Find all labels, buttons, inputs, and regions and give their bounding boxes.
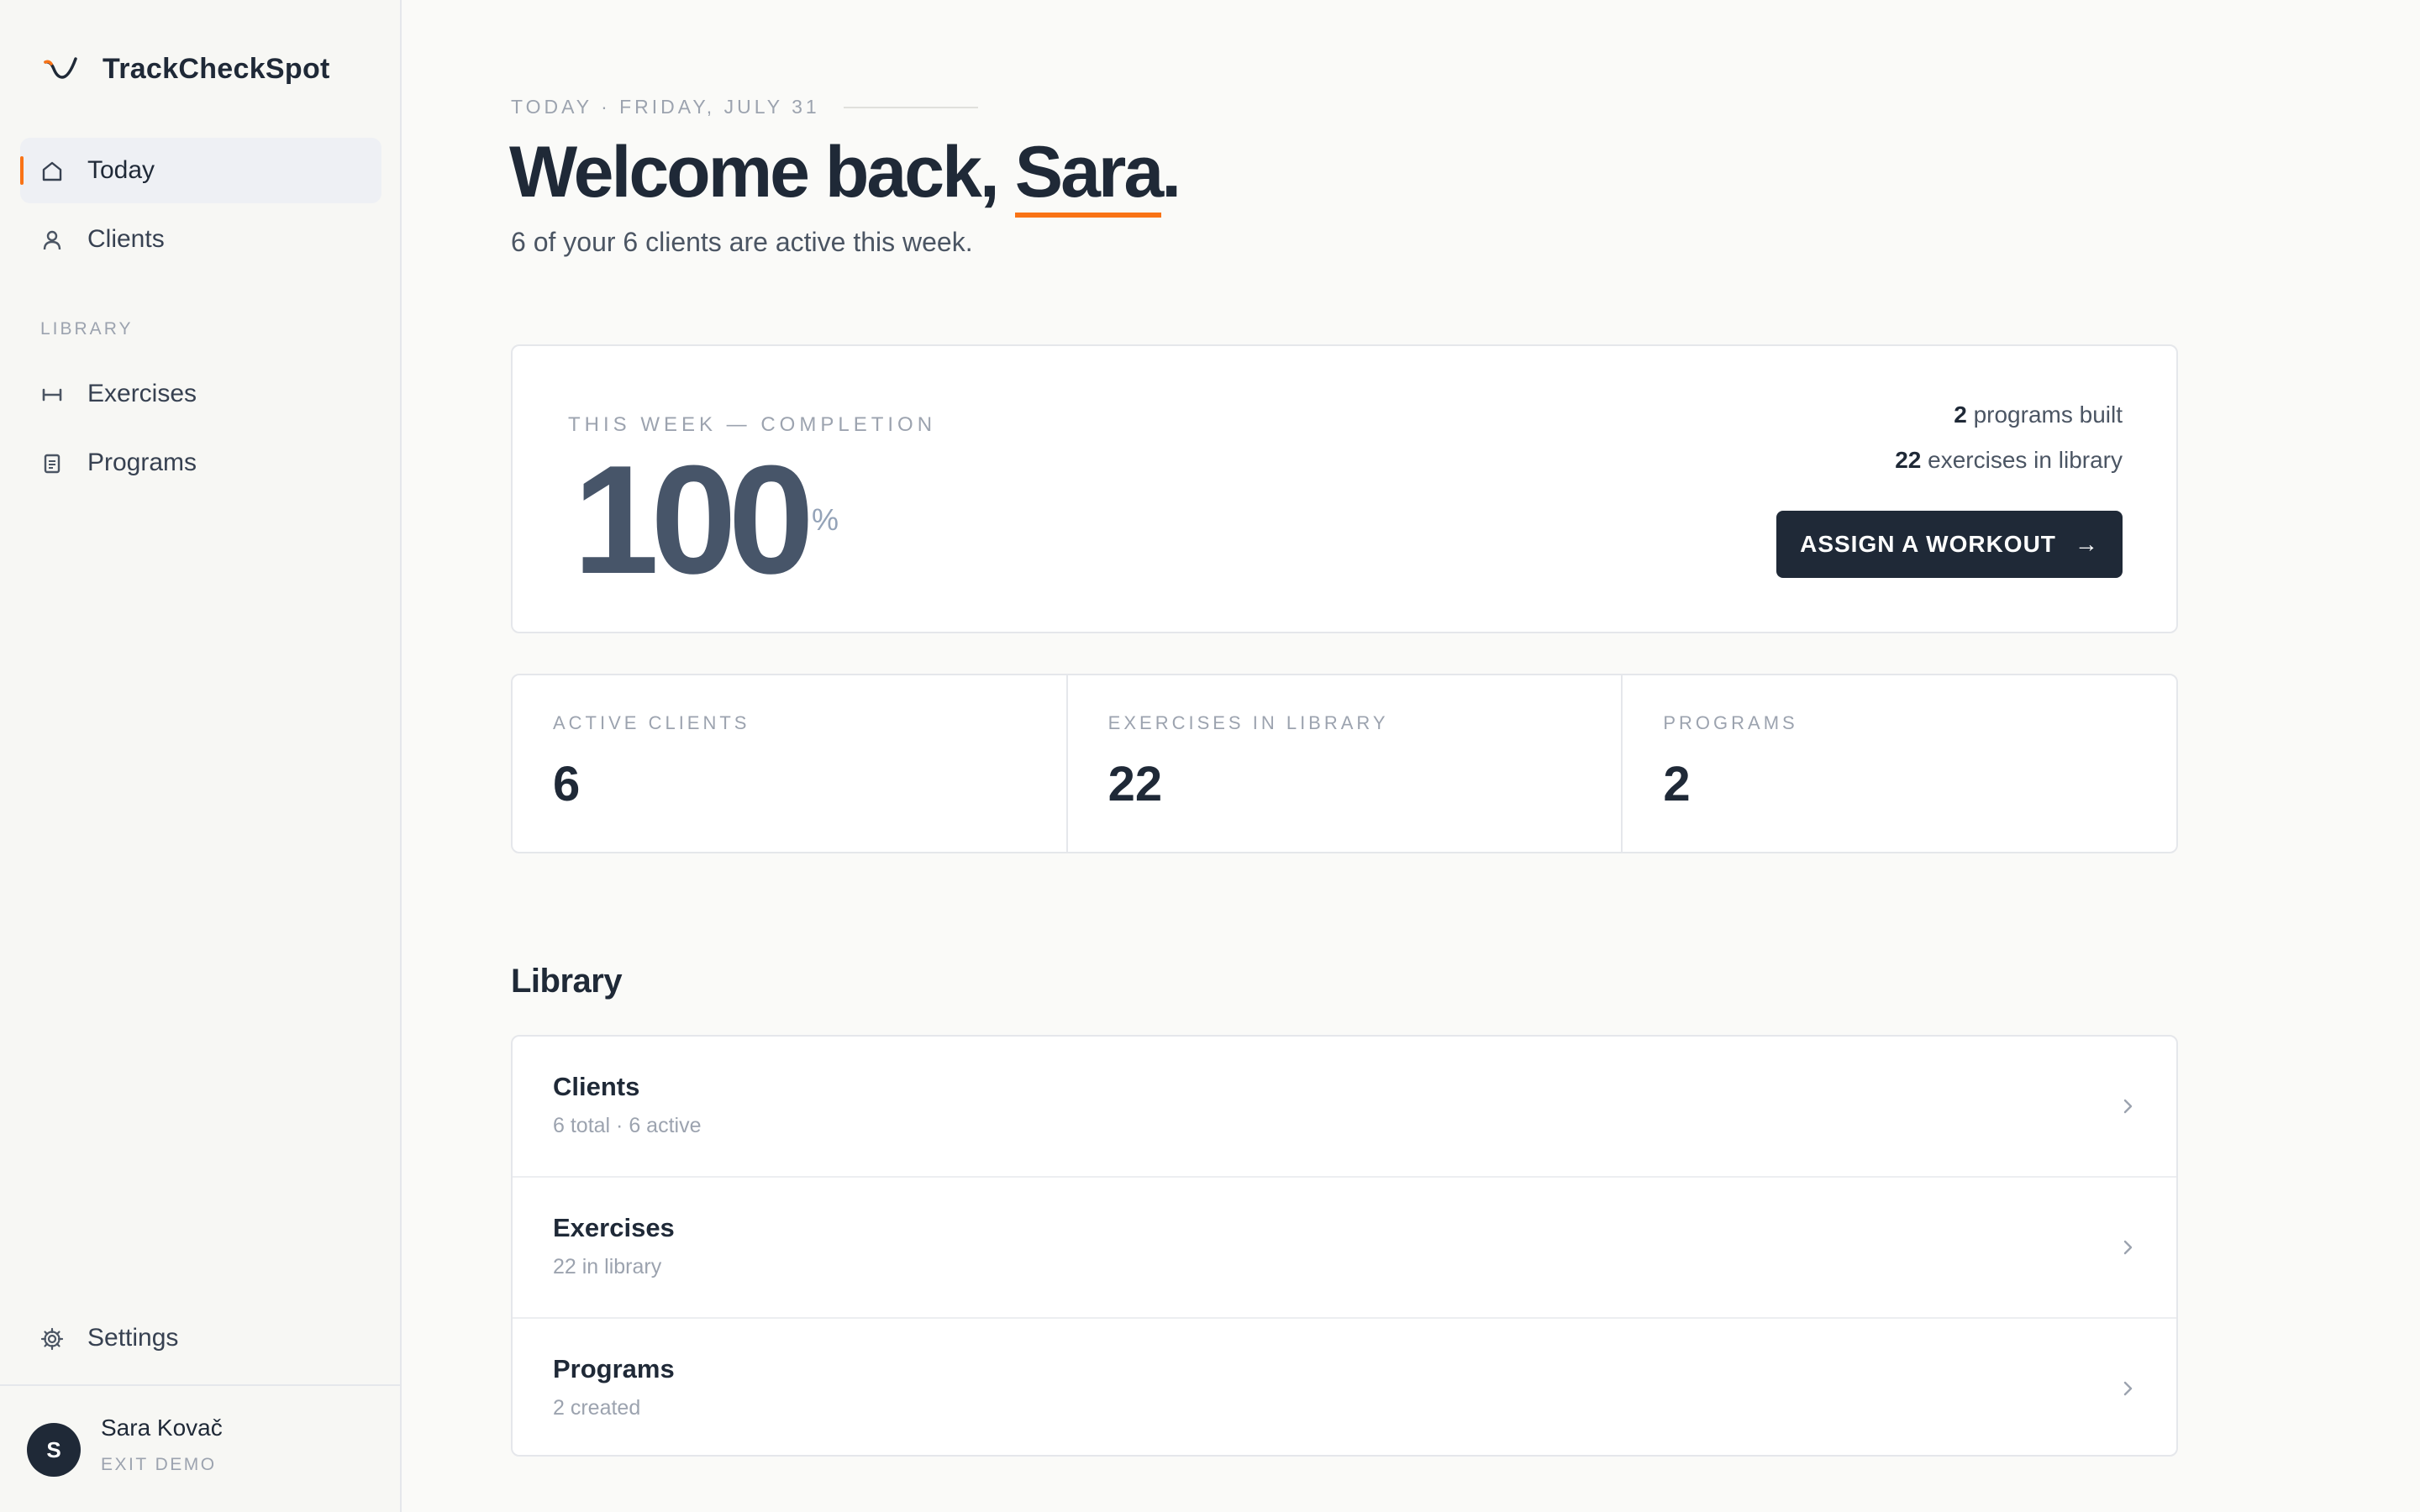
sidebar-item-today[interactable]: Today bbox=[20, 138, 381, 203]
sidebar-item-settings[interactable]: Settings bbox=[20, 1305, 381, 1371]
programs-count: 2 bbox=[1954, 402, 1967, 428]
brand-name: TrackCheckSpot bbox=[103, 52, 330, 85]
sidebar-item-label: Today bbox=[87, 156, 155, 184]
exit-demo-link[interactable]: EXIT DEMO bbox=[101, 1455, 217, 1475]
row-subtitle: 6 total · 6 active bbox=[553, 1114, 702, 1137]
document-icon bbox=[44, 454, 60, 474]
row-title: Programs bbox=[553, 1354, 675, 1383]
sidebar-item-programs[interactable]: Programs bbox=[20, 430, 381, 496]
page-title: Welcome back, Sara. bbox=[509, 131, 1181, 218]
row-subtitle: 2 created bbox=[553, 1396, 641, 1420]
sidebar-item-clients[interactable]: Clients bbox=[20, 207, 381, 272]
sidebar-item-label: Programs bbox=[87, 449, 197, 476]
library-list: Clients 6 total · 6 active Exercises 22 … bbox=[511, 1035, 2178, 1457]
chevron-right-icon bbox=[2123, 1099, 2133, 1114]
library-row-programs[interactable]: Programs 2 created bbox=[513, 1317, 2176, 1457]
row-title: Clients bbox=[553, 1072, 640, 1101]
user-first-name: Sara bbox=[1014, 132, 1164, 218]
sidebar-item-label: Settings bbox=[87, 1324, 179, 1352]
stat-exercises: EXERCISES IN LIBRARY 22 bbox=[1065, 675, 1622, 852]
stat-value: 2 bbox=[1663, 757, 1691, 811]
completion-unit: % bbox=[812, 502, 839, 537]
row-title: Exercises bbox=[553, 1213, 675, 1242]
row-subtitle: 22 in library bbox=[553, 1255, 662, 1278]
brand[interactable]: TrackCheckSpot bbox=[42, 49, 330, 89]
app-root: TrackCheckSpot Today Clients LIBRARY Exe… bbox=[0, 0, 2420, 1512]
library-section-heading: LIBRARY bbox=[40, 319, 134, 339]
stats-card: ACTIVE CLIENTS 6 EXERCISES IN LIBRARY 22… bbox=[511, 674, 2178, 853]
avatar[interactable]: S bbox=[27, 1423, 81, 1477]
library-row-exercises[interactable]: Exercises 22 in library bbox=[513, 1176, 2176, 1315]
exercises-count: 22 bbox=[1895, 447, 1922, 473]
page-subtitle: 6 of your 6 clients are active this week… bbox=[511, 227, 973, 257]
date-text: TODAY · FRIDAY, JULY 31 bbox=[511, 96, 820, 118]
library-row-clients[interactable]: Clients 6 total · 6 active bbox=[513, 1037, 2176, 1176]
main-content: TODAY · FRIDAY, JULY 31 Welcome back, Sa… bbox=[402, 0, 2420, 1512]
stat-label: ACTIVE CLIENTS bbox=[553, 712, 750, 733]
stat-label: EXERCISES IN LIBRARY bbox=[1107, 712, 1389, 733]
stat-value: 6 bbox=[553, 757, 581, 811]
sidebar-item-exercises[interactable]: Exercises bbox=[20, 361, 381, 427]
programs-built-summary: 2 programs built bbox=[1954, 402, 2123, 428]
completion-card: THIS WEEK — COMPLETION 100 % 2 programs … bbox=[511, 344, 2178, 633]
sidebar-item-label: Exercises bbox=[87, 380, 197, 407]
date-eyebrow: TODAY · FRIDAY, JULY 31 bbox=[511, 96, 978, 118]
gear-icon bbox=[40, 1327, 64, 1351]
exercises-text: exercises in library bbox=[1921, 447, 2123, 473]
library-heading: Library bbox=[511, 963, 623, 1000]
user-icon bbox=[43, 230, 61, 250]
chevron-right-icon bbox=[2123, 1381, 2133, 1396]
chevron-right-icon bbox=[2123, 1240, 2133, 1255]
stat-label: PROGRAMS bbox=[1663, 712, 1798, 733]
stat-programs: PROGRAMS 2 bbox=[1621, 675, 2176, 852]
greeting-punctuation: . bbox=[1161, 132, 1181, 213]
home-icon bbox=[42, 161, 62, 181]
arrow-right-icon: → bbox=[2074, 531, 2099, 557]
sidebar-item-label: Clients bbox=[87, 225, 165, 253]
programs-text: programs built bbox=[1966, 402, 2123, 428]
user-name: Sara Kovač bbox=[101, 1415, 223, 1441]
divider bbox=[843, 106, 978, 108]
completion-value: 100 bbox=[573, 433, 814, 606]
stat-value: 22 bbox=[1107, 757, 1163, 811]
dumbbell-icon bbox=[42, 388, 62, 402]
greeting-text: Welcome back, bbox=[509, 132, 1015, 213]
assign-workout-label: ASSIGN A WORKOUT bbox=[1800, 531, 2056, 557]
user-footer: S Sara Kovač EXIT DEMO bbox=[0, 1384, 400, 1512]
assign-workout-button[interactable]: ASSIGN A WORKOUT → bbox=[1776, 511, 2123, 578]
exercises-summary: 22 exercises in library bbox=[1895, 447, 2123, 474]
brand-logo-icon bbox=[44, 57, 77, 79]
sidebar: TrackCheckSpot Today Clients LIBRARY Exe… bbox=[0, 0, 402, 1512]
stat-active-clients: ACTIVE CLIENTS 6 bbox=[513, 675, 1066, 852]
